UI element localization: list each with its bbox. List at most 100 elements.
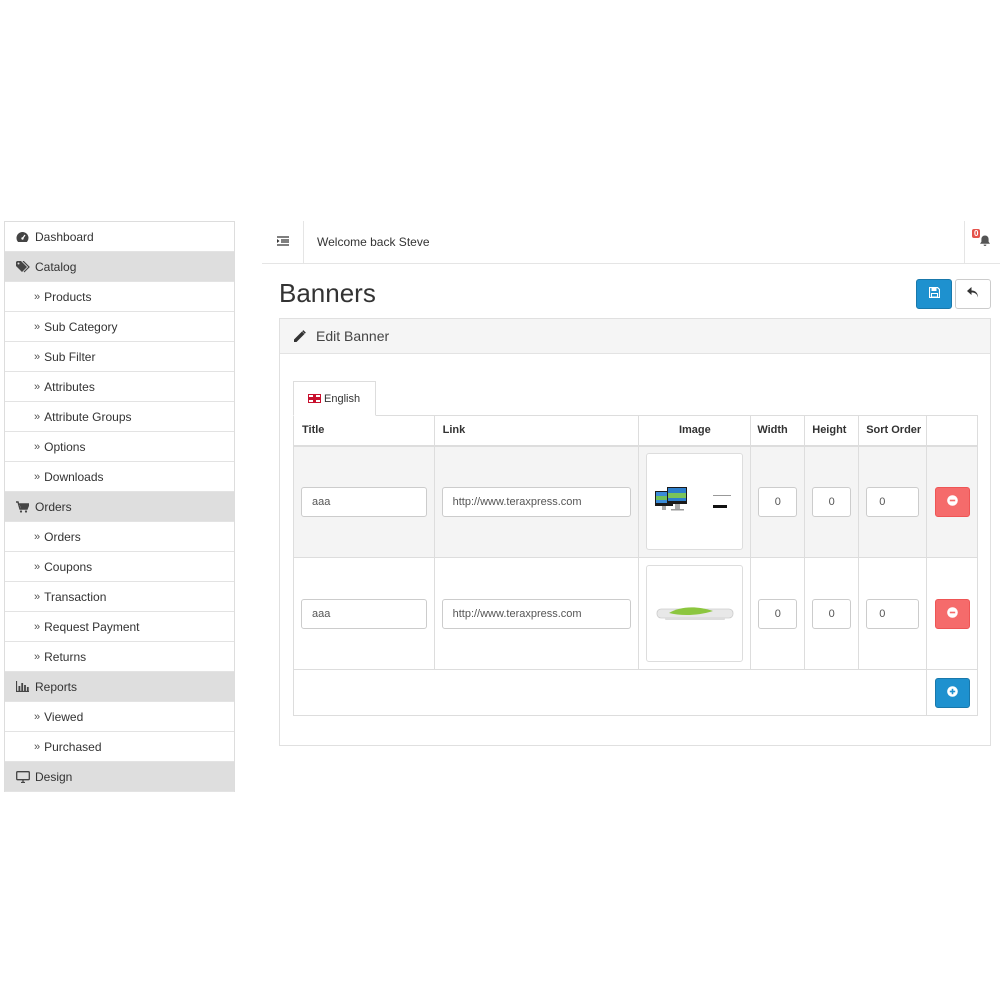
- sidebar-item-label: Dashboard: [35, 229, 94, 244]
- table-row: aaa http://www.teraxpress.com 0 0 0: [293, 445, 978, 558]
- sidebar-item-viewed[interactable]: » Viewed: [5, 702, 234, 732]
- sidebar-item-reports[interactable]: Reports: [5, 672, 234, 702]
- column-header-link: Link: [433, 415, 640, 447]
- sidebar-item-sub-category[interactable]: » Sub Category: [5, 312, 234, 342]
- top-header: Welcome back Steve 0: [262, 221, 1000, 264]
- remove-row-button[interactable]: [934, 486, 970, 517]
- bar-chart-icon: [16, 681, 31, 692]
- double-chevron-right-icon: »: [34, 470, 41, 483]
- sidebar-item-request-payment[interactable]: » Request Payment: [5, 612, 234, 642]
- banner-images-table: Title Link Image Width Height Sort Order…: [292, 415, 978, 716]
- height-input[interactable]: 0: [812, 598, 852, 629]
- sidebar-item-coupons[interactable]: » Coupons: [5, 552, 234, 582]
- minus-circle-icon: [946, 606, 958, 621]
- column-header-height: Height: [804, 415, 860, 447]
- tab-label: English: [324, 392, 361, 405]
- reply-icon: [967, 287, 979, 301]
- sidebar-item-label: Reports: [35, 679, 78, 694]
- sidebar-item-label: Sub Category: [44, 319, 118, 334]
- sidebar-item-label: Orders: [44, 529, 81, 544]
- page-title: Banners: [279, 278, 376, 308]
- width-input[interactable]: 0: [758, 486, 798, 517]
- sidebar-item-attribute-groups[interactable]: » Attribute Groups: [5, 402, 234, 432]
- sidebar-item-label: Downloads: [44, 469, 104, 484]
- column-header-image: Image: [638, 415, 752, 447]
- sidebar-item-transaction[interactable]: » Transaction: [5, 582, 234, 612]
- sidebar-item-label: Options: [44, 439, 86, 454]
- add-banner-image-button[interactable]: [934, 677, 970, 708]
- banner-image-thumbnail[interactable]: [646, 453, 744, 551]
- sidebar-item-orders-group[interactable]: Orders: [5, 492, 234, 522]
- double-chevron-right-icon: »: [34, 440, 41, 453]
- notifications-button[interactable]: 0: [964, 221, 996, 263]
- sidebar-item-sub-filter[interactable]: » Sub Filter: [5, 342, 234, 372]
- panel-title: Edit Banner: [316, 328, 390, 344]
- sidebar-item-label: Request Payment: [44, 619, 140, 634]
- tags-icon: [16, 260, 31, 273]
- uk-flag-icon: [308, 394, 321, 403]
- indent-icon: [276, 235, 289, 249]
- sidebar-item-products[interactable]: » Products: [5, 282, 234, 312]
- sidebar-item-label: Design: [35, 769, 73, 784]
- sidebar-nav: Dashboard Catalog » Products » Sub Categ…: [4, 221, 235, 792]
- sidebar-item-downloads[interactable]: » Downloads: [5, 462, 234, 492]
- double-chevron-right-icon: »: [34, 380, 41, 393]
- table-footer-row: [292, 669, 978, 716]
- link-input[interactable]: http://www.teraxpress.com: [441, 486, 632, 517]
- sidebar-item-label: Attributes: [44, 379, 95, 394]
- column-header-sort-order: Sort Order: [858, 415, 928, 447]
- plus-circle-icon: [946, 685, 958, 700]
- sidebar-item-purchased[interactable]: » Purchased: [5, 732, 234, 762]
- banner-image-thumbnail[interactable]: [646, 565, 744, 662]
- link-input[interactable]: http://www.teraxpress.com: [441, 598, 632, 629]
- pencil-icon: [293, 329, 306, 343]
- column-header-title: Title: [293, 415, 435, 447]
- dashboard-icon: [16, 231, 31, 243]
- sidebar-item-attributes[interactable]: » Attributes: [5, 372, 234, 402]
- double-chevron-right-icon: »: [34, 410, 41, 423]
- sort-order-input[interactable]: 0: [866, 598, 920, 629]
- double-chevron-right-icon: »: [34, 590, 41, 603]
- back-button[interactable]: [955, 279, 991, 309]
- cart-icon: [16, 500, 31, 513]
- double-chevron-right-icon: »: [34, 320, 41, 333]
- table-header-row: Title Link Image Width Height Sort Order: [293, 415, 978, 447]
- welcome-message: Welcome back Steve: [317, 235, 430, 249]
- sidebar-item-label: Purchased: [44, 739, 102, 754]
- save-icon: [928, 286, 940, 301]
- sort-order-input[interactable]: 0: [866, 486, 920, 517]
- desktop-icon: [16, 770, 31, 783]
- title-input[interactable]: aaa: [301, 598, 427, 629]
- panel-heading: Edit Banner: [280, 319, 990, 354]
- minus-circle-icon: [946, 494, 958, 509]
- sidebar-item-dashboard[interactable]: Dashboard: [5, 222, 234, 252]
- sidebar-item-label: Attribute Groups: [44, 409, 132, 424]
- sidebar-item-label: Coupons: [44, 559, 93, 574]
- width-input[interactable]: 0: [758, 598, 798, 629]
- column-header-actions: [926, 415, 978, 447]
- sidebar-item-label: Sub Filter: [44, 349, 96, 364]
- double-chevron-right-icon: »: [34, 650, 41, 663]
- sidebar-item-options[interactable]: » Options: [5, 432, 234, 462]
- double-chevron-right-icon: »: [34, 560, 41, 573]
- double-chevron-right-icon: »: [34, 530, 41, 543]
- table-row: aaa http://www.teraxpress.com 0 0 0: [293, 557, 978, 670]
- sidebar-item-label: Returns: [44, 649, 87, 664]
- sidebar-item-catalog[interactable]: Catalog: [5, 252, 234, 282]
- double-chevron-right-icon: »: [34, 740, 41, 753]
- sidebar-item-label: Products: [44, 289, 92, 304]
- menu-toggle-button[interactable]: [262, 221, 304, 263]
- sidebar-item-returns[interactable]: » Returns: [5, 642, 234, 672]
- height-input[interactable]: 0: [812, 486, 852, 517]
- save-button[interactable]: [916, 279, 952, 309]
- sidebar-item-label: Viewed: [44, 709, 84, 724]
- sidebar-item-orders[interactable]: » Orders: [5, 522, 234, 552]
- double-chevron-right-icon: »: [34, 710, 41, 723]
- edit-banner-panel: Edit Banner English Title Link Image Wid…: [279, 318, 991, 746]
- column-header-width: Width: [750, 415, 806, 447]
- title-input[interactable]: aaa: [301, 486, 427, 517]
- tab-english[interactable]: English: [293, 381, 376, 416]
- remove-row-button[interactable]: [934, 598, 970, 629]
- sidebar-item-design[interactable]: Design: [5, 762, 234, 792]
- sidebar-item-label: Transaction: [44, 589, 107, 604]
